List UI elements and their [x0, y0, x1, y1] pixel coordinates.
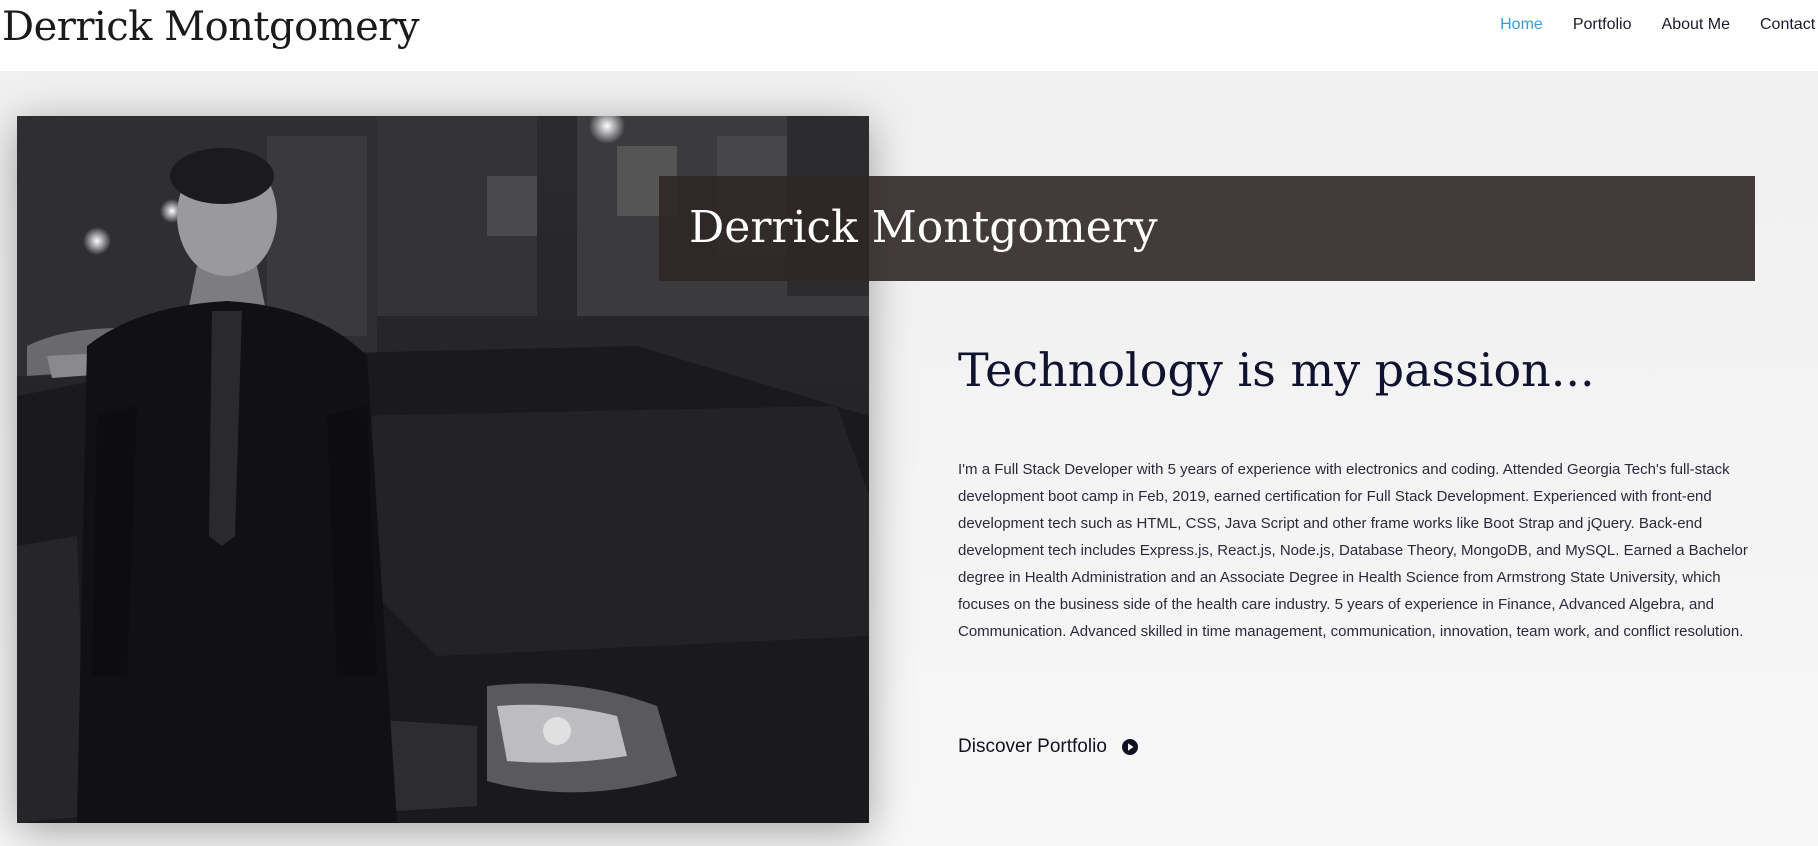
site-header: Derrick Montgomery Home Portfolio About …: [0, 0, 1818, 71]
play-circle-icon: [1121, 738, 1139, 756]
discover-portfolio-button[interactable]: Discover Portfolio: [958, 736, 1139, 758]
nav-portfolio[interactable]: Portfolio: [1573, 16, 1632, 38]
main-nav: Home Portfolio About Me Contact: [1500, 16, 1818, 38]
nav-home[interactable]: Home: [1500, 16, 1543, 38]
site-title[interactable]: Derrick Montgomery: [2, 4, 420, 50]
discover-portfolio-label: Discover Portfolio: [958, 736, 1107, 757]
bio-paragraph: I'm a Full Stack Developer with 5 years …: [958, 461, 1748, 640]
nav-about-me[interactable]: About Me: [1662, 16, 1730, 38]
hero-headline: Technology is my passion...: [958, 343, 1595, 397]
nav-contact[interactable]: Contact: [1760, 16, 1818, 38]
banner-name: Derrick Montgomery: [689, 202, 1158, 253]
name-banner: Derrick Montgomery: [659, 176, 1755, 281]
